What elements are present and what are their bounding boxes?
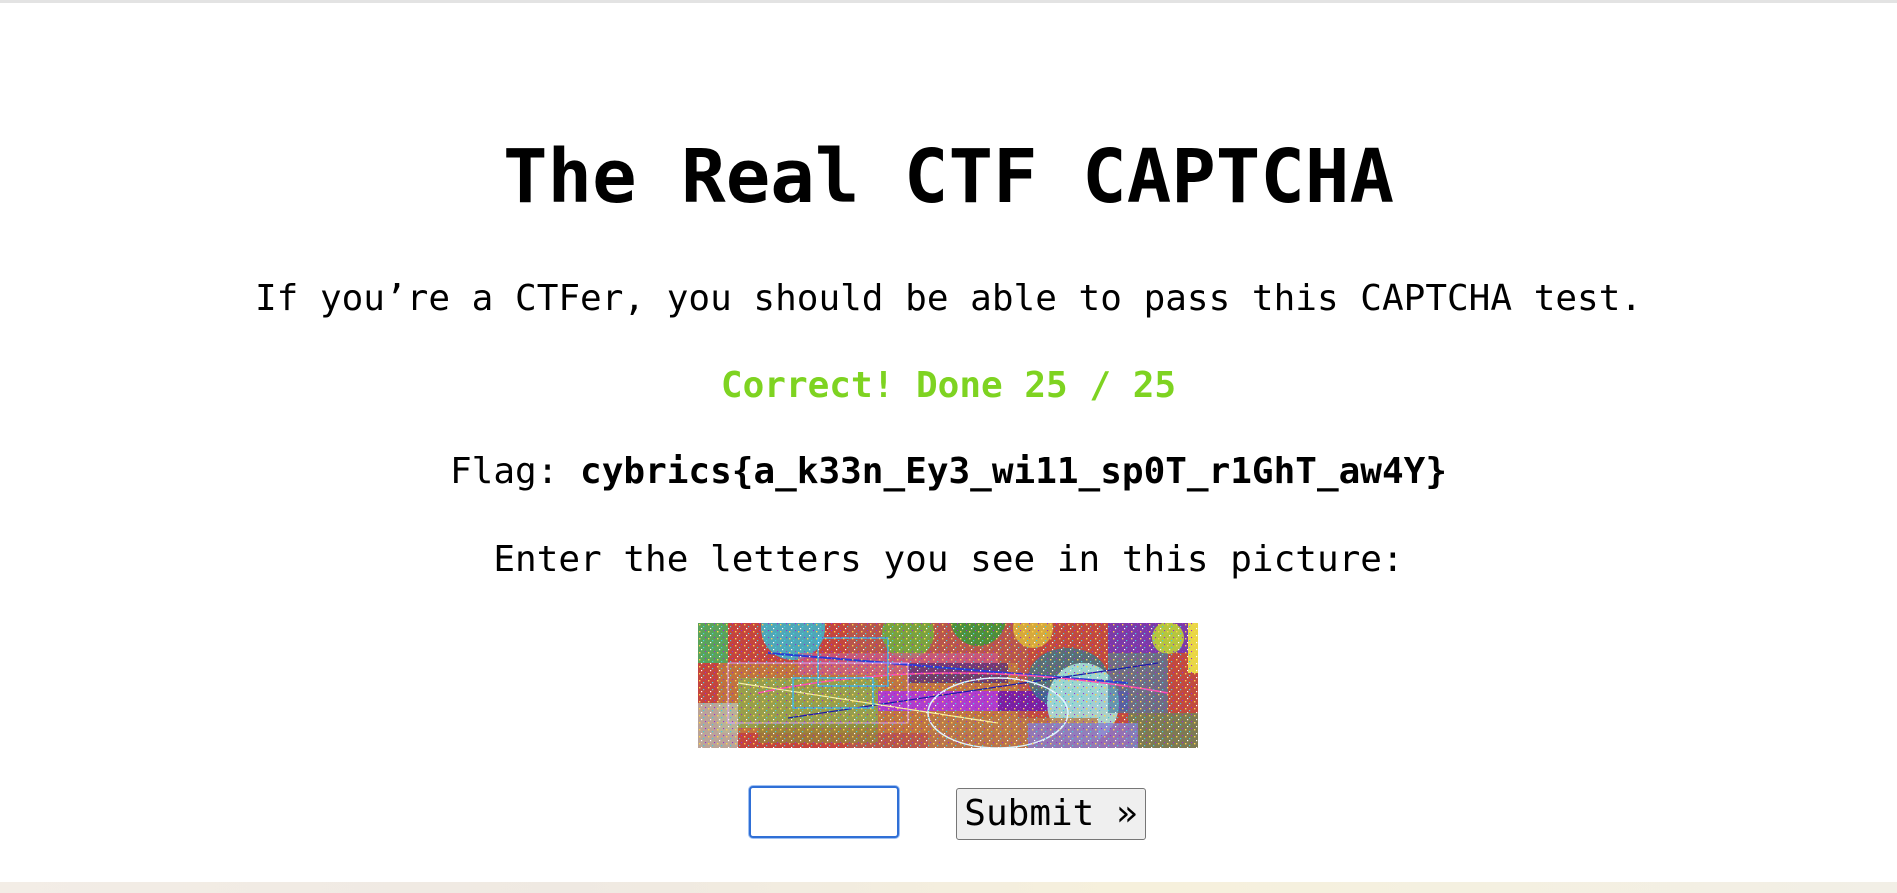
page-subtitle: If you’re a CTFer, you should be able to… xyxy=(254,278,1643,319)
captcha-prompt: Enter the letters you see in this pictur… xyxy=(493,539,1404,580)
captcha-image xyxy=(698,623,1198,748)
submit-button[interactable]: Submit » xyxy=(956,788,1146,840)
captcha-answer-input[interactable] xyxy=(749,786,899,838)
flag-line: Flag: cybrics{a_k33n_Ey3_wi11_sp0T_r1GhT… xyxy=(0,449,1897,495)
captcha-form: Submit » xyxy=(0,786,1897,842)
window-bottom-strip xyxy=(0,882,1897,893)
flag-value: cybrics{a_k33n_Ey3_wi11_sp0T_r1GhT_aw4Y} xyxy=(580,451,1447,492)
status-message: Correct! Done 25 / 25 xyxy=(720,365,1177,406)
window-top-border xyxy=(0,0,1897,3)
flag-label: Flag: xyxy=(450,451,581,492)
page-title: The Real CTF CAPTCHA xyxy=(502,134,1395,220)
